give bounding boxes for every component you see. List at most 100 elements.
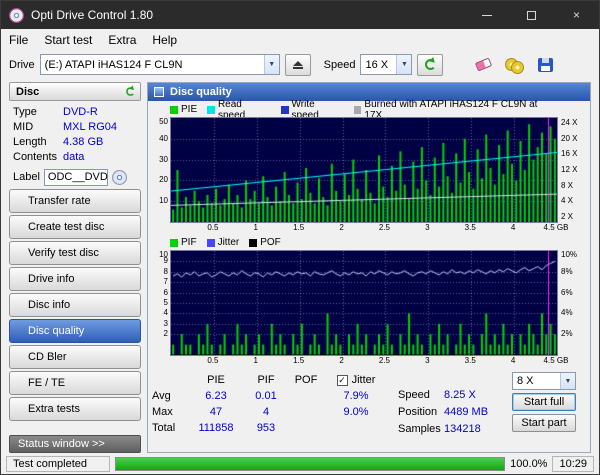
jitter-column-label: Jitter	[351, 374, 376, 386]
speed-stat-label: Speed	[398, 388, 430, 401]
length-label: Length	[13, 135, 47, 148]
sidebar-item-create-test-disc[interactable]: Create test disc	[9, 215, 141, 239]
disc-header-label: Disc	[16, 85, 40, 98]
col-pof: POF	[294, 374, 318, 386]
pif-left-axis: 10 9 8 7 6 5 4 3 2	[159, 250, 168, 339]
edit-label-button[interactable]	[111, 169, 127, 185]
refresh-icon	[424, 59, 436, 70]
eject-button[interactable]	[284, 53, 311, 76]
pie-chart-canvas	[171, 118, 557, 222]
sidebar-item-extra-tests[interactable]: Extra tests	[9, 397, 141, 421]
minimize-button[interactable]	[464, 1, 509, 29]
pif-right-axis: 10% 8% 6% 4% 2%	[561, 250, 578, 339]
read-speed-swatch	[207, 105, 215, 114]
sidebar-item-fe-te[interactable]: FE / TE	[9, 371, 141, 395]
mid-value: MXL RG04	[63, 120, 118, 133]
speed-label: Speed	[323, 58, 356, 71]
status-message: Test completed	[6, 455, 110, 472]
eject-icon	[292, 60, 303, 66]
status-window-toggle[interactable]: Status window >>	[9, 435, 141, 453]
menu-bar: File Start test Extra Help	[1, 29, 599, 50]
copy-disc-button[interactable]	[501, 54, 527, 76]
pif-chart-row: 10 9 8 7 6 5 4 3 2 10% 8% 6% 4% 2%	[148, 250, 590, 356]
disc-length-row: Length 4.38 GB	[13, 134, 139, 149]
disc-label-row: Label ODC__DVD	[9, 166, 141, 188]
length-value: 4.38 GB	[63, 135, 104, 148]
close-button[interactable]: ×	[554, 1, 599, 29]
sidebar-item-transfer-rate[interactable]: Transfer rate	[9, 189, 141, 213]
pif-chart	[170, 250, 558, 356]
app-window: Opti Drive Control 1.80 × File Start tes…	[0, 0, 600, 475]
menu-extra[interactable]: Extra	[100, 31, 144, 49]
col-pie: PIE	[207, 374, 225, 386]
refresh-button[interactable]	[417, 53, 444, 76]
disc-type-row: Type DVD-R	[13, 104, 139, 119]
contents-label: Contents	[13, 150, 58, 163]
disc-group-header: Disc	[9, 82, 141, 101]
stats-table: PIE PIF POF ✓ Jitter Avg 6.23 0.01 7.9% …	[152, 372, 388, 452]
maximize-button[interactable]	[509, 1, 554, 29]
speed-select[interactable]: 16 X ▼	[360, 54, 413, 75]
position-value: 4489 MB	[444, 405, 489, 418]
drive-select[interactable]: (E:) ATAPI iHAS124 F CL9N ▼	[39, 54, 280, 75]
jitter-swatch	[206, 238, 215, 247]
scan-controls: 8 X ▼ Start full Start part	[512, 372, 576, 452]
avg-pif: 0.01	[255, 390, 277, 402]
discs-icon	[505, 57, 525, 74]
samples-label: Samples	[398, 422, 441, 435]
pif-swatch	[170, 238, 178, 247]
content-area: Disc Type DVD-R MID MXL RG04 Length 4.38…	[1, 79, 599, 453]
samples-value: 134218	[444, 422, 481, 435]
pie-chart-row: 50 40 30 20 10 24 X 20 X 16 X 12 X8 X4 X2 X	[148, 117, 590, 223]
write-speed-swatch	[280, 105, 289, 114]
label-caption: Label	[13, 171, 40, 183]
jitter-checkbox[interactable]: ✓	[336, 374, 348, 386]
speed-select-value: 16 X	[365, 58, 389, 71]
toolbar: Drive (E:) ATAPI iHAS124 F CL9N ▼ Speed …	[1, 50, 599, 79]
sidebar-item-disc-quality[interactable]: Disc quality	[9, 319, 141, 343]
menu-help[interactable]: Help	[144, 31, 185, 49]
window-title: Opti Drive Control 1.80	[31, 8, 154, 22]
sidebar-item-verify-test-disc[interactable]: Verify test disc	[9, 241, 141, 265]
panel-title: Disc quality	[170, 86, 232, 98]
pie-chart	[170, 117, 558, 223]
maximize-icon	[527, 10, 536, 20]
save-button[interactable]	[532, 54, 558, 76]
elapsed-time: 10:29	[552, 455, 594, 472]
position-label: Position	[398, 405, 438, 418]
minimize-icon	[481, 14, 492, 16]
disc-label-field[interactable]: ODC__DVD	[43, 168, 108, 186]
app-icon	[9, 7, 24, 23]
close-icon: ×	[572, 8, 580, 22]
menu-start-test[interactable]: Start test	[36, 31, 100, 49]
legend-pie: PIE	[170, 104, 197, 115]
start-part-button[interactable]: Start part	[512, 414, 576, 432]
contents-value: data	[63, 150, 85, 163]
erase-disc-button[interactable]	[470, 54, 496, 76]
scan-info: Speed 8.25 X Position 4489 MB Samples 13…	[398, 386, 502, 452]
legend-bottom: PIF Jitter POF	[170, 236, 554, 249]
col-pif: PIF	[257, 374, 275, 386]
max-pie: 47	[209, 406, 223, 418]
legend-top: PIE Read speed Write speed Burned with A…	[170, 99, 554, 121]
speed-stat-value: 8.25 X	[444, 388, 476, 401]
disc-contents-row: Contents data	[13, 149, 139, 164]
progress-percent: 100.0%	[510, 457, 548, 470]
sidebar-item-drive-info[interactable]: Drive info	[9, 267, 141, 291]
start-full-button[interactable]: Start full	[512, 393, 576, 411]
pif-x-axis: 0.5 1 1.5 2 2.5 3 3.5 4 4.5 GB	[207, 356, 569, 365]
drive-label: Drive	[9, 58, 35, 71]
sidebar-item-cd-bler[interactable]: CD Bler	[9, 345, 141, 369]
sidebar-item-disc-info[interactable]: Disc info	[9, 293, 141, 317]
panel-header-icon	[154, 87, 164, 97]
menu-file[interactable]: File	[1, 31, 36, 49]
chevron-down-icon: ▼	[396, 55, 412, 74]
row-total-label: Total	[152, 422, 176, 434]
progress-bar	[115, 456, 506, 471]
total-pie: 111858	[198, 422, 234, 434]
pie-swatch	[170, 105, 178, 114]
scan-speed-select[interactable]: 8 X ▼	[512, 372, 576, 390]
rescan-disc-button[interactable]	[126, 87, 135, 96]
eraser-icon	[474, 57, 493, 72]
pie-right-axis: 24 X 20 X 16 X 12 X8 X4 X2 X	[561, 118, 578, 221]
